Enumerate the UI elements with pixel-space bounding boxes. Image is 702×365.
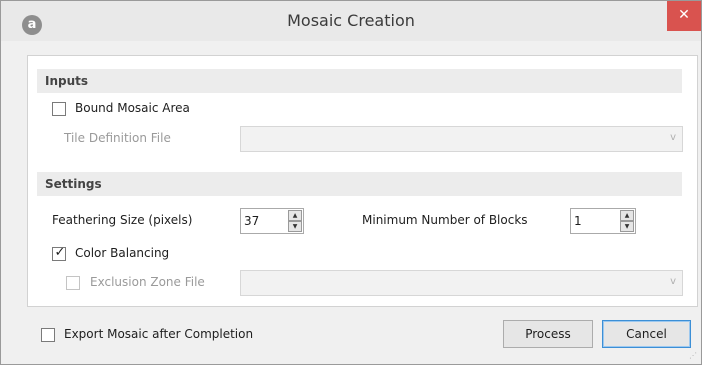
checkmark-icon: ✓ <box>54 245 66 260</box>
minimum-blocks-label: Minimum Number of Blocks <box>362 213 528 227</box>
feathering-size-increment-icon[interactable]: ▲ <box>288 210 302 221</box>
feathering-size-stepper[interactable]: 37 ▲ ▼ <box>240 208 304 234</box>
minimum-blocks-stepper[interactable]: 1 ▲ ▼ <box>570 208 636 234</box>
process-button[interactable]: Process <box>503 320 593 348</box>
settings-section-header: Settings <box>37 172 682 196</box>
bound-mosaic-area-checkbox[interactable] <box>52 102 66 116</box>
window-title: Mosaic Creation <box>287 11 415 30</box>
feathering-size-decrement-icon[interactable]: ▼ <box>288 221 302 232</box>
inputs-section-header: Inputs <box>37 69 682 93</box>
mosaic-creation-dialog: Mosaic Creation a ✕ Inputs Bound Mosaic … <box>0 0 702 365</box>
color-balancing-checkbox[interactable]: ✓ <box>52 245 66 261</box>
export-mosaic-label: Export Mosaic after Completion <box>64 327 254 341</box>
title-bar: Mosaic Creation a ✕ <box>1 1 701 41</box>
bound-mosaic-area-label: Bound Mosaic Area <box>75 101 190 115</box>
exclusion-zone-file-label: Exclusion Zone File <box>90 275 205 289</box>
minimum-blocks-value: 1 <box>574 214 582 228</box>
tile-definition-file-label: Tile Definition File <box>64 131 171 145</box>
options-panel: Inputs Bound Mosaic Area Tile Definition… <box>27 55 698 307</box>
app-logo-icon: a <box>22 15 42 35</box>
cancel-button[interactable]: Cancel <box>602 320 691 348</box>
chevron-down-icon: v <box>670 276 676 287</box>
feathering-size-label: Feathering Size (pixels) <box>52 213 193 227</box>
feathering-size-value: 37 <box>244 214 260 228</box>
export-mosaic-checkbox[interactable] <box>41 328 55 342</box>
resize-grip-icon[interactable]: ⋰ <box>689 351 699 361</box>
color-balancing-label: Color Balancing <box>75 246 170 260</box>
exclusion-zone-checkbox[interactable] <box>66 276 80 290</box>
exclusion-zone-file-dropdown[interactable]: v <box>240 270 683 296</box>
minimum-blocks-increment-icon[interactable]: ▲ <box>620 210 634 221</box>
close-button[interactable]: ✕ <box>667 1 701 31</box>
minimum-blocks-decrement-icon[interactable]: ▼ <box>620 221 634 232</box>
chevron-down-icon: v <box>670 132 676 143</box>
tile-definition-file-dropdown[interactable]: v <box>240 126 683 152</box>
